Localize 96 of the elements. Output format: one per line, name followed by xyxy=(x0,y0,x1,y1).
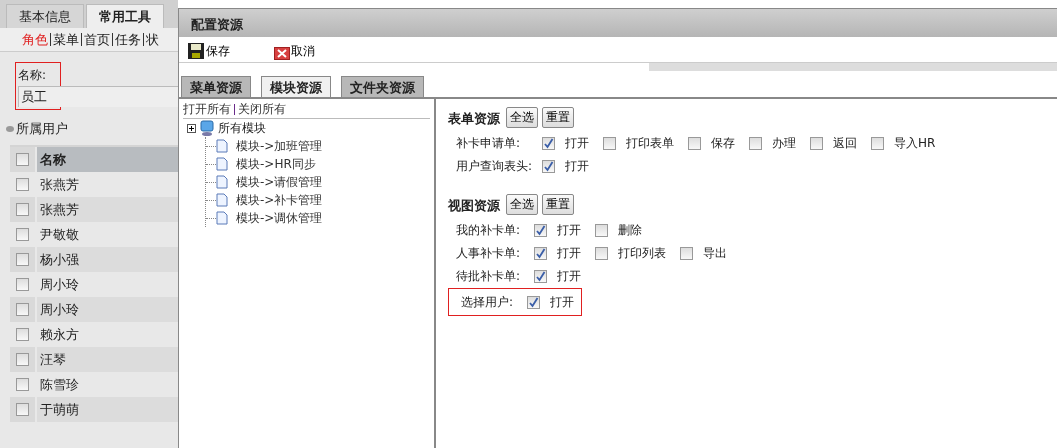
option-label: 打印列表 xyxy=(618,245,666,262)
checkbox[interactable] xyxy=(16,253,29,266)
option-label: 返回 xyxy=(833,135,857,152)
expand-all-link[interactable]: 打开所有 xyxy=(183,101,231,118)
checkbox[interactable] xyxy=(749,137,762,150)
tree-node[interactable]: 模块->加班管理 xyxy=(236,137,323,155)
checkbox[interactable] xyxy=(595,224,608,237)
save-button[interactable]: 保存 xyxy=(187,42,230,60)
section-title: 表单资源 xyxy=(448,110,500,128)
document-icon xyxy=(216,139,228,153)
dialog-title: 配置资源 xyxy=(179,9,1057,37)
row-label: 选择用户: xyxy=(460,293,515,311)
table-cell: 张燕芳 xyxy=(37,197,178,222)
checkbox[interactable] xyxy=(16,303,29,316)
tree-node[interactable]: 模块->调休管理 xyxy=(236,209,323,227)
checkbox[interactable] xyxy=(542,137,555,150)
tab[interactable]: 文件夹资源 xyxy=(341,76,424,97)
tab[interactable]: 常用工具 xyxy=(86,4,164,28)
close-icon xyxy=(274,47,290,60)
option-label: 打开 xyxy=(550,293,574,311)
checkbox[interactable] xyxy=(542,160,555,173)
checkbox[interactable] xyxy=(16,228,29,241)
table-cell-text: 周小玲 xyxy=(39,275,80,294)
checkbox[interactable] xyxy=(810,137,823,150)
option-label: 打开 xyxy=(565,158,589,175)
document-icon xyxy=(216,193,228,207)
checkbox[interactable] xyxy=(871,137,884,150)
tab[interactable]: 基本信息 xyxy=(6,4,84,28)
tab[interactable]: 模块资源 xyxy=(261,76,331,97)
option-label: 办理 xyxy=(772,135,796,152)
option-label: 打开 xyxy=(565,135,589,152)
select-all-button[interactable]: 全选 xyxy=(506,107,538,128)
table-cell: 周小玲 xyxy=(37,297,178,322)
nav-link[interactable]: 状 xyxy=(144,30,161,49)
name-field[interactable]: 员工 xyxy=(18,86,178,107)
tree-node[interactable]: 模块->HR同步 xyxy=(236,155,316,173)
checkbox[interactable] xyxy=(16,278,29,291)
option-label: 打开 xyxy=(557,245,581,262)
option-label: 导出 xyxy=(703,245,727,262)
option-label: 打开 xyxy=(557,222,581,239)
row-label: 待批补卡单: xyxy=(455,268,522,285)
checkbox[interactable] xyxy=(16,178,29,191)
checkbox[interactable] xyxy=(16,378,29,391)
table-cell: 汪琴 xyxy=(37,347,178,372)
tab[interactable]: 菜单资源 xyxy=(181,76,251,97)
reset-button[interactable]: 重置 xyxy=(542,107,574,128)
document-icon xyxy=(216,211,228,225)
nav-link[interactable]: 任务 xyxy=(113,30,143,49)
checkbox[interactable] xyxy=(534,224,547,237)
field-label: 名称: xyxy=(18,67,48,84)
scrollbar[interactable] xyxy=(649,63,1057,71)
option-label: 保存 xyxy=(711,135,735,152)
table-cell-text: 张燕芳 xyxy=(39,175,80,194)
document-icon xyxy=(216,175,228,189)
nav-link[interactable]: 首页 xyxy=(82,30,112,49)
tree-node[interactable]: 模块->请假管理 xyxy=(236,173,323,191)
checkbox[interactable] xyxy=(534,270,547,283)
section-title: 所属用户 xyxy=(16,120,68,138)
table-cell: 于萌萌 xyxy=(37,397,178,422)
row-label: 补卡申请单: xyxy=(455,135,522,152)
select-all-button[interactable]: 全选 xyxy=(506,194,538,215)
nav-link[interactable]: 角色 xyxy=(20,30,50,49)
cancel-button[interactable]: 取消 xyxy=(274,43,315,60)
checkbox[interactable] xyxy=(16,353,29,366)
tree-node[interactable]: 模块->补卡管理 xyxy=(236,191,323,209)
table-cell: 杨小强 xyxy=(37,247,178,272)
bullet-icon xyxy=(6,126,14,132)
expand-icon[interactable] xyxy=(187,123,196,133)
row-label: 人事补卡单: xyxy=(455,245,522,262)
checkbox[interactable] xyxy=(527,295,540,309)
tree-node[interactable]: 所有模块 xyxy=(218,119,266,137)
checkbox[interactable] xyxy=(16,328,29,341)
table-cell-text: 陈雪珍 xyxy=(39,375,80,394)
column-header: 名称 xyxy=(37,147,178,172)
computer-icon xyxy=(200,120,214,136)
option-label: 打开 xyxy=(557,268,581,285)
table-cell-text: 赖永方 xyxy=(39,325,80,344)
option-label: 删除 xyxy=(618,222,642,239)
checkbox[interactable] xyxy=(603,137,616,150)
checkbox[interactable] xyxy=(16,203,29,216)
checkbox[interactable] xyxy=(16,153,29,166)
table-cell-text: 尹敬敬 xyxy=(39,225,80,244)
option-label: 导入HR xyxy=(894,135,936,152)
nav-link[interactable]: 菜单 xyxy=(51,30,81,49)
checkbox[interactable] xyxy=(688,137,701,150)
checkbox[interactable] xyxy=(680,247,693,260)
row-label: 我的补卡单: xyxy=(455,222,522,239)
row-label: 用户查询表头: xyxy=(455,158,534,175)
checkbox[interactable] xyxy=(534,247,547,260)
document-icon xyxy=(216,157,228,171)
checkbox[interactable] xyxy=(16,403,29,416)
option-label: 打印表单 xyxy=(626,135,674,152)
collapse-all-link[interactable]: 关闭所有 xyxy=(238,101,286,118)
section-title: 视图资源 xyxy=(448,197,500,215)
checkbox[interactable] xyxy=(595,247,608,260)
reset-button[interactable]: 重置 xyxy=(542,194,574,215)
